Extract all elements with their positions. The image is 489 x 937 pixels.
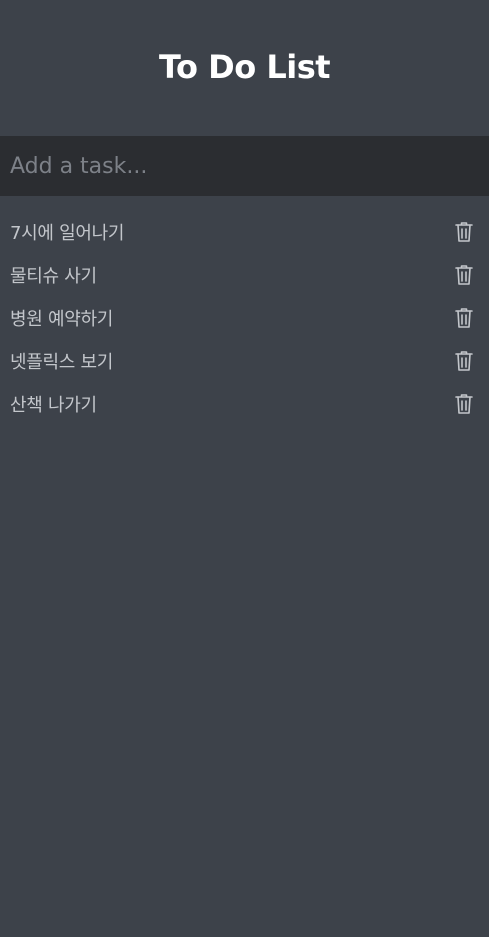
task-text: 물티슈 사기 — [10, 265, 97, 287]
delete-task-button[interactable] — [453, 220, 475, 244]
task-text: 산책 나가기 — [10, 394, 97, 416]
trash-icon — [455, 307, 473, 328]
task-item: 넷플릭스 보기 — [0, 339, 489, 382]
trash-icon — [455, 221, 473, 242]
add-task-input[interactable] — [0, 136, 489, 196]
task-list: 7시에 일어나기 물티슈 사기 병원 예약하기 넷플릭스 보기 산책 나가기 — [0, 196, 489, 425]
trash-icon — [455, 264, 473, 285]
task-item: 산책 나가기 — [0, 382, 489, 425]
task-text: 넷플릭스 보기 — [10, 351, 113, 373]
delete-task-button[interactable] — [453, 263, 475, 287]
task-item: 병원 예약하기 — [0, 296, 489, 339]
trash-icon — [455, 393, 473, 414]
trash-icon — [455, 350, 473, 371]
task-item: 물티슈 사기 — [0, 253, 489, 296]
app-header: To Do List — [0, 0, 489, 136]
delete-task-button[interactable] — [453, 392, 475, 416]
delete-task-button[interactable] — [453, 306, 475, 330]
add-task-bar — [0, 136, 489, 196]
task-text: 병원 예약하기 — [10, 308, 113, 330]
task-item: 7시에 일어나기 — [0, 210, 489, 253]
todo-app: To Do List 7시에 일어나기 물티슈 사기 — [0, 0, 489, 937]
page-title: To Do List — [158, 48, 331, 86]
delete-task-button[interactable] — [453, 349, 475, 373]
task-text: 7시에 일어나기 — [10, 222, 125, 244]
